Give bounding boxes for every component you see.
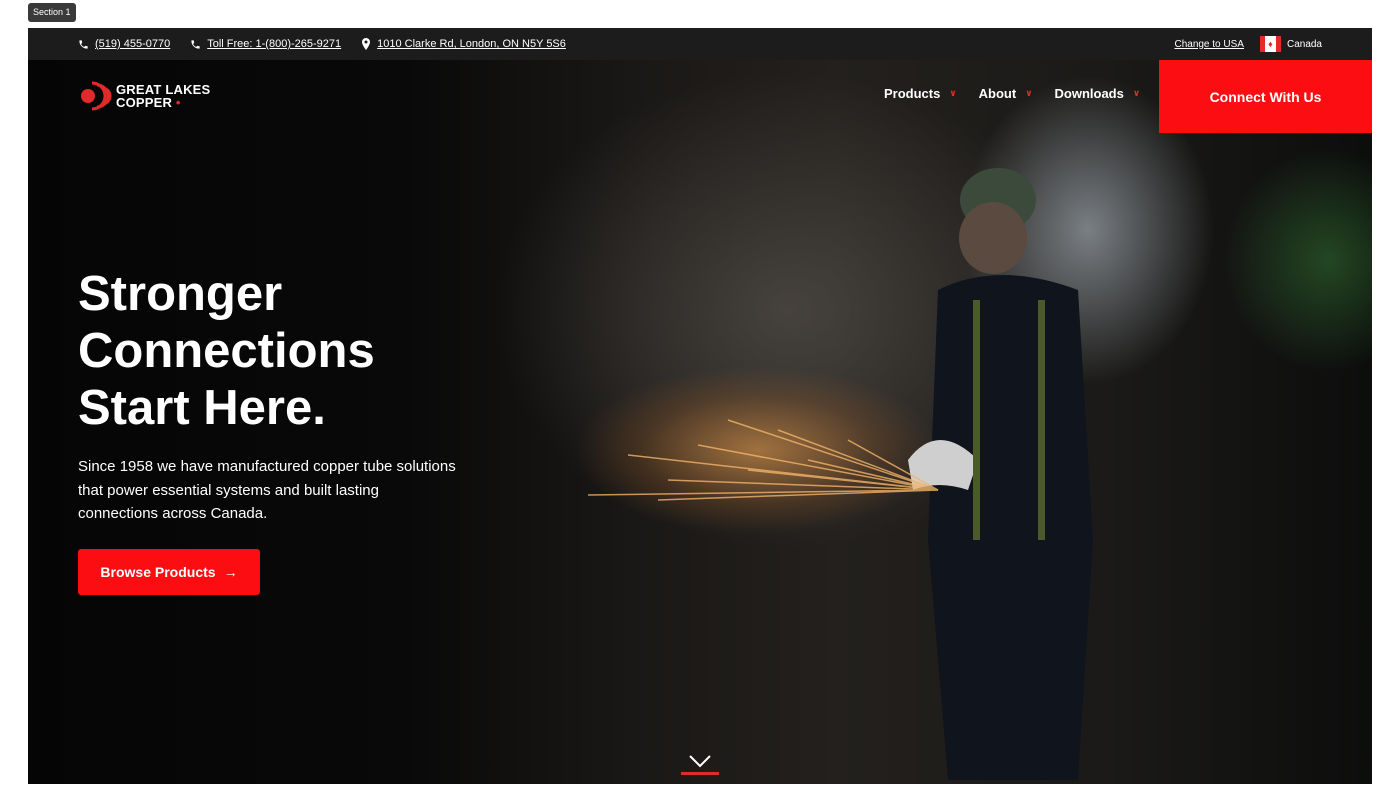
phone-number[interactable]: (519) 455-0770 bbox=[95, 38, 170, 50]
hero-description: Since 1958 we have manufactured copper t… bbox=[78, 458, 456, 522]
main-nav: Products ∨ About ∨ Downloads ∨ bbox=[884, 86, 1140, 101]
arrow-right-icon: → bbox=[223, 564, 238, 580]
toll-free-link[interactable]: Toll Free: 1-(800)-265-9271 bbox=[190, 38, 341, 50]
chevron-down-icon: ∨ bbox=[1025, 88, 1033, 98]
browse-products-button[interactable]: Browse Products → bbox=[78, 549, 260, 595]
hero-headline: Stronger Connections Start Here. bbox=[78, 267, 375, 435]
address-text[interactable]: 1010 Clarke Rd, London, ON N5Y 5S6 bbox=[377, 38, 566, 50]
logo[interactable]: GREAT LAKES COPPER • bbox=[80, 80, 210, 112]
address-link[interactable]: 1010 Clarke Rd, London, ON N5Y 5S6 bbox=[361, 38, 566, 50]
logo-mark-icon bbox=[81, 81, 112, 111]
page-frame: (519) 455-0770 Toll Free: 1-(800)-265-92… bbox=[28, 28, 1372, 784]
chevron-down-icon: ∨ bbox=[949, 88, 957, 98]
nav-item-about[interactable]: About ∨ bbox=[979, 86, 1033, 101]
region-switcher: Change to USA ♦ Canada bbox=[1174, 28, 1322, 60]
top-bar: (519) 455-0770 Toll Free: 1-(800)-265-92… bbox=[28, 28, 1372, 60]
country-label: Canada bbox=[1286, 38, 1322, 50]
nav-item-downloads[interactable]: Downloads ∨ bbox=[1055, 86, 1141, 101]
logo-wordmark: GREAT LAKES COPPER • bbox=[116, 82, 211, 110]
country-selector[interactable]: ♦ Canada bbox=[1259, 36, 1322, 52]
map-pin-icon bbox=[362, 38, 371, 50]
browse-products-label: Browse Products bbox=[100, 564, 216, 580]
scroll-down-chevron-icon bbox=[689, 755, 711, 768]
connect-with-us-button[interactable]: Connect With Us bbox=[1159, 60, 1372, 133]
scroll-down-indicator[interactable] bbox=[681, 754, 719, 784]
contact-info: (519) 455-0770 Toll Free: 1-(800)-265-92… bbox=[78, 28, 586, 60]
phone-icon bbox=[191, 39, 200, 49]
phone-link[interactable]: (519) 455-0770 bbox=[78, 38, 170, 50]
section-tag: Section 1 bbox=[28, 3, 76, 22]
nav-item-products[interactable]: Products ∨ bbox=[884, 86, 957, 101]
canada-flag-icon: ♦ bbox=[1259, 36, 1281, 52]
toll-free-number[interactable]: Toll Free: 1-(800)-265-9271 bbox=[207, 38, 341, 50]
sparks-graphic bbox=[587, 419, 939, 501]
chevron-down-icon: ∨ bbox=[1132, 88, 1141, 98]
hero-section: GREAT LAKES COPPER • Products ∨ About ∨ Do… bbox=[28, 60, 1372, 784]
change-region-link[interactable]: Change to USA bbox=[1174, 39, 1244, 50]
phone-icon bbox=[79, 39, 88, 49]
scroll-indicator-bar bbox=[681, 772, 719, 775]
